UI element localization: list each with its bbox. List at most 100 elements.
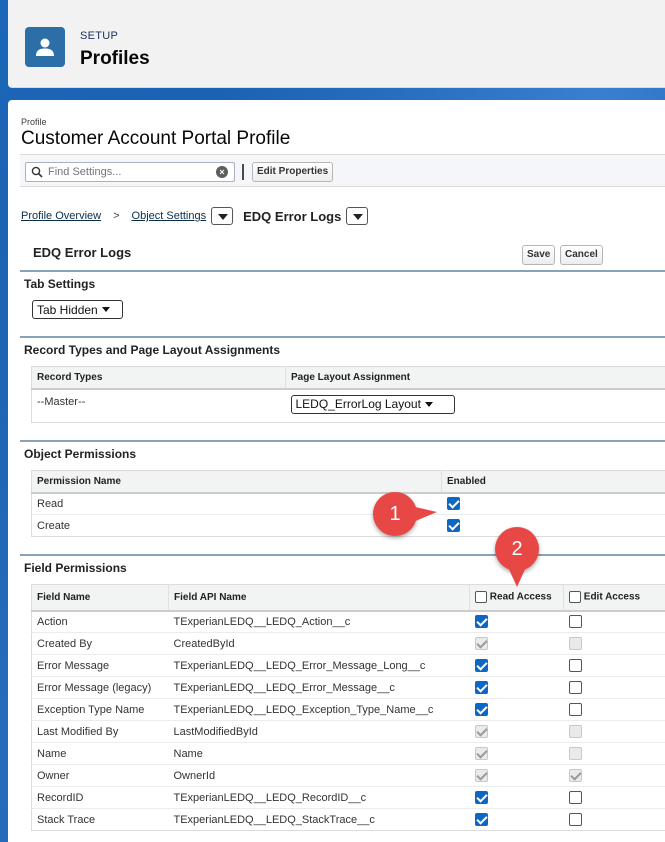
- record-type-cell: --Master--: [31, 388, 286, 423]
- read-access-checkbox: [474, 637, 488, 650]
- table-row: --Master-- LEDQ_ErrorLog Layout: [31, 388, 665, 423]
- edit-access-checkbox: [568, 769, 582, 782]
- read-enabled-checkbox[interactable]: [446, 497, 460, 511]
- field-permissions-table: Field Name Field API Name Read Access Ed…: [31, 584, 665, 831]
- col-field-name: Field Name: [31, 584, 169, 612]
- divider: [20, 336, 665, 338]
- record-types-table: Record Types Page Layout Assignment --Ma…: [31, 366, 665, 423]
- field-name-cell: Name: [31, 742, 169, 765]
- field-permissions-title: Field Permissions: [24, 561, 127, 575]
- find-settings-box: ×: [25, 162, 235, 182]
- read-access-checkbox: [474, 725, 488, 738]
- edit-access-checkbox[interactable]: [568, 659, 582, 672]
- chevron-down-icon: [101, 307, 110, 312]
- chevron-down-icon: [424, 401, 433, 407]
- profile-label: Profile: [21, 117, 47, 127]
- toolbar-divider: [242, 164, 244, 180]
- object-permissions-title: Object Permissions: [24, 447, 137, 461]
- tab-settings-title: Tab Settings: [24, 277, 96, 291]
- field-name-cell: Owner: [31, 764, 169, 787]
- cancel-button[interactable]: Cancel: [560, 245, 603, 265]
- callout-pointer: [507, 565, 527, 587]
- edit-access-checkbox: [568, 747, 582, 760]
- breadcrumb: Profile Overview > Object Settings EDQ E…: [21, 206, 369, 226]
- edit-access-checkbox[interactable]: [568, 703, 582, 716]
- field-api-name-cell: OwnerId: [168, 764, 470, 787]
- breadcrumb-object-settings[interactable]: Object Settings: [132, 210, 207, 222]
- table-row: Created By CreatedById: [31, 632, 665, 655]
- read-access-checkbox[interactable]: [474, 681, 488, 694]
- field-api-name-cell: TExperianLEDQ__LEDQ_RecordID__c: [168, 786, 470, 809]
- edit-access-select-all-checkbox[interactable]: [569, 591, 581, 604]
- table-row: Name Name: [31, 742, 665, 765]
- section-title: EDQ Error Logs: [33, 245, 132, 260]
- field-name-cell: Action: [31, 610, 169, 633]
- col-field-api-name: Field API Name: [168, 584, 470, 612]
- read-access-checkbox[interactable]: [474, 703, 488, 716]
- col-record-types: Record Types: [31, 366, 286, 390]
- page-layout-select[interactable]: LEDQ_ErrorLog Layout: [290, 394, 455, 414]
- field-name-cell: Exception Type Name: [31, 698, 169, 721]
- field-name-cell: Error Message (legacy): [31, 676, 169, 699]
- col-read-access: Read Access: [489, 591, 552, 603]
- edit-access-checkbox[interactable]: [568, 813, 582, 826]
- tab-settings-select[interactable]: Tab Hidden: [32, 300, 123, 319]
- clear-search-icon[interactable]: ×: [216, 166, 228, 178]
- field-name-cell: Created By: [31, 632, 169, 655]
- object-permissions-table: Permission Name Enabled Read Create: [31, 470, 665, 537]
- callout-marker-2: 2: [495, 527, 539, 587]
- divider: [20, 554, 665, 556]
- table-row: Action TExperianLEDQ__LEDQ_Action__c: [31, 610, 665, 633]
- create-enabled-checkbox[interactable]: [446, 519, 460, 532]
- edit-access-checkbox[interactable]: [568, 615, 582, 629]
- edit-access-checkbox: [568, 725, 582, 738]
- page-header: SETUP Profiles: [8, 0, 665, 88]
- read-access-checkbox: [474, 769, 488, 782]
- table-row: Error Message (legacy) TExperianLEDQ__LED…: [31, 676, 665, 699]
- field-api-name-cell: TExperianLEDQ__LEDQ_Error_Message__c: [168, 676, 470, 699]
- field-name-cell: Stack Trace: [31, 808, 169, 831]
- divider: [20, 440, 665, 442]
- read-access-checkbox[interactable]: [474, 615, 488, 629]
- edit-access-checkbox[interactable]: [568, 791, 582, 804]
- field-api-name-cell: TExperianLEDQ__LEDQ_Error_Message_Long__…: [168, 654, 470, 677]
- object-settings-dropdown[interactable]: [211, 207, 234, 225]
- field-api-name-cell: TExperianLEDQ__LEDQ_Action__c: [168, 610, 470, 633]
- current-object-dropdown[interactable]: [346, 207, 369, 225]
- page-layout-value: LEDQ_ErrorLog Layout: [295, 397, 421, 411]
- read-access-checkbox[interactable]: [474, 659, 488, 672]
- save-button[interactable]: Save: [522, 245, 556, 265]
- col-permission-name: Permission Name: [31, 470, 442, 494]
- field-api-name-cell: Name: [168, 742, 470, 765]
- field-api-name-cell: TExperianLEDQ__LEDQ_StackTrace__c: [168, 808, 470, 831]
- read-access-select-all-checkbox[interactable]: [475, 591, 487, 604]
- field-api-name-cell: TExperianLEDQ__LEDQ_Exception_Type_Name_…: [168, 698, 470, 721]
- table-row: Read: [31, 492, 665, 515]
- read-access-checkbox[interactable]: [474, 813, 488, 826]
- breadcrumb-separator: >: [113, 210, 120, 222]
- tab-settings-value: Tab Hidden: [37, 302, 98, 317]
- col-enabled: Enabled: [441, 470, 665, 494]
- table-row: Create: [31, 514, 665, 537]
- setup-label: SETUP: [80, 30, 119, 42]
- divider: [20, 270, 665, 272]
- read-access-checkbox: [474, 747, 488, 760]
- table-row: Stack Trace TExperianLEDQ__LEDQ_StackTrac…: [31, 808, 665, 831]
- read-access-checkbox[interactable]: [474, 791, 488, 804]
- find-settings-input[interactable]: [48, 164, 208, 180]
- edit-access-checkbox[interactable]: [568, 681, 582, 694]
- edit-properties-button[interactable]: Edit Properties: [252, 162, 334, 182]
- table-row: Owner OwnerId: [31, 764, 665, 787]
- table-row: Last Modified By LastModifiedById: [31, 720, 665, 743]
- user-profile-icon: [25, 27, 65, 67]
- edit-access-checkbox: [568, 637, 582, 650]
- profile-name: Customer Account Portal Profile: [21, 128, 291, 149]
- col-edit-access: Edit Access: [583, 591, 641, 603]
- breadcrumb-current: EDQ Error Logs: [243, 208, 342, 224]
- table-row: RecordID TExperianLEDQ__LEDQ_RecordID__c: [31, 786, 665, 809]
- field-name-cell: RecordID: [31, 786, 169, 809]
- page-title: Profiles: [80, 48, 150, 69]
- col-page-layout: Page Layout Assignment: [285, 366, 665, 390]
- table-row: Exception Type Name TExperianLEDQ__LEDQ_E…: [31, 698, 665, 721]
- breadcrumb-profile-overview[interactable]: Profile Overview: [21, 210, 101, 222]
